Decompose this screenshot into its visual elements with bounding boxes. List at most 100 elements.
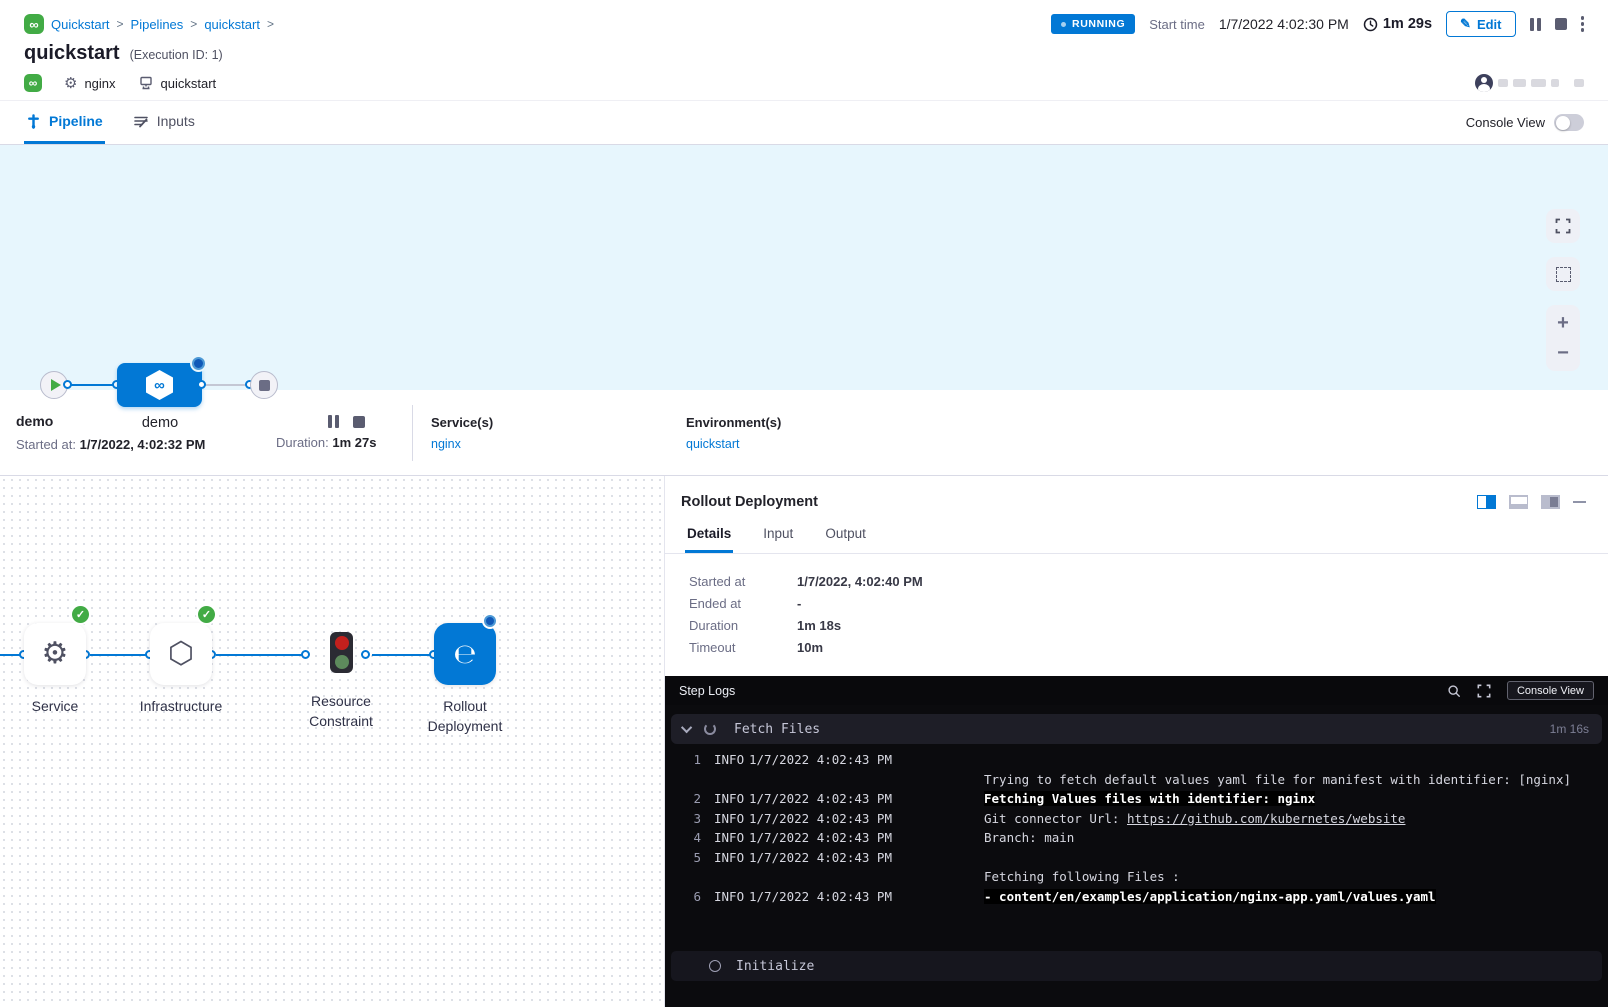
stage-summary-bar: demo Started at: 1/7/2022, 4:02:32 PM Du… xyxy=(0,390,1608,476)
breadcrumb-link-pipelines[interactable]: Pipelines xyxy=(131,17,184,32)
pipeline-icon xyxy=(26,114,41,129)
edge-demo-end xyxy=(202,384,250,386)
zoom-out-button[interactable]: − xyxy=(1557,343,1569,363)
log-lines[interactable]: 1INFO1/7/2022 4:02:43 PM Trying to fetch… xyxy=(665,747,1608,947)
start-time-label: Start time xyxy=(1149,17,1205,32)
environments-label: Environment(s) xyxy=(686,415,941,430)
select-region-button[interactable] xyxy=(1546,257,1580,291)
detail-value: 10m xyxy=(797,640,823,655)
pipeline-canvas[interactable]: ∞ demo + − xyxy=(0,145,1608,390)
running-spinner-icon xyxy=(484,615,496,627)
stage-label: demo xyxy=(110,415,210,431)
details-row: Duration 1m 18s xyxy=(689,618,1584,633)
stage-stop-button[interactable] xyxy=(353,415,365,428)
duration-value: 1m 27s xyxy=(332,435,376,450)
pencil-icon: ✎ xyxy=(1460,16,1471,32)
chevron-down-icon xyxy=(681,722,692,733)
running-spinner-icon xyxy=(192,357,205,370)
step-details-panel: Rollout Deployment Details Input Output … xyxy=(664,476,1608,1007)
harness-logo-icon: ∞ xyxy=(24,14,44,34)
fullscreen-button[interactable] xyxy=(1546,209,1580,243)
duration-label: Duration: xyxy=(276,435,332,450)
search-icon xyxy=(1447,684,1461,698)
layout-split-right-button[interactable] xyxy=(1477,495,1496,509)
view-tab-bar: Pipeline Inputs Console View xyxy=(0,100,1608,145)
redacted-text xyxy=(1574,79,1584,87)
zoom-controls: + − xyxy=(1546,305,1580,371)
tab-pipeline[interactable]: Pipeline xyxy=(24,101,105,144)
environment-tag[interactable]: quickstart xyxy=(138,75,217,91)
log-section-name: Fetch Files xyxy=(734,722,820,737)
cd-module-icon: ∞ xyxy=(24,74,42,92)
tab-input[interactable]: Input xyxy=(761,520,795,553)
layout-right-button[interactable] xyxy=(1541,495,1560,509)
zoom-in-button[interactable]: + xyxy=(1557,313,1569,333)
play-icon xyxy=(51,379,61,391)
redacted-text xyxy=(1513,79,1526,87)
abort-execution-button[interactable] xyxy=(1555,18,1567,30)
breadcrumb-link-pipeline[interactable]: quickstart xyxy=(204,17,260,32)
console-view-label: Console View xyxy=(1466,115,1545,130)
log-section-initialize[interactable]: Initialize xyxy=(671,951,1602,981)
detail-label: Timeout xyxy=(689,640,797,655)
top-bar: ∞ Quickstart > Pipelines > quickstart > … xyxy=(0,0,1608,38)
stage-node-demo[interactable]: ∞ xyxy=(117,363,202,407)
elapsed-duration: 1m 29s xyxy=(1363,16,1432,32)
step-node-service[interactable]: ⚙ xyxy=(24,623,86,685)
log-search-button[interactable] xyxy=(1447,684,1461,698)
log-section-fetch-files[interactable]: Fetch Files 1m 16s xyxy=(671,714,1602,744)
success-check-icon: ✓ xyxy=(198,606,215,623)
more-options-button[interactable] xyxy=(1581,16,1585,32)
panel-layout-controls xyxy=(1477,495,1586,509)
log-console-view-button[interactable]: Console View xyxy=(1507,681,1594,700)
step-node-rollout-deployment[interactable]: ℮ xyxy=(434,623,496,685)
details-row: Started at 1/7/2022, 4:02:40 PM xyxy=(689,574,1584,589)
edge-start-demo xyxy=(68,384,118,386)
stage-pause-button[interactable] xyxy=(328,415,339,428)
environment-link[interactable]: quickstart xyxy=(686,437,941,451)
pipeline-end-node xyxy=(250,371,278,399)
log-line: 3INFO1/7/2022 4:02:43 PMGit connector Ur… xyxy=(665,809,1608,829)
console-view-toggle[interactable] xyxy=(1554,114,1584,131)
tab-inputs[interactable]: Inputs xyxy=(131,101,197,144)
breadcrumb-separator: > xyxy=(267,17,274,31)
port xyxy=(301,650,310,659)
traffic-light-green-icon xyxy=(335,655,349,669)
step-node-infrastructure[interactable]: ⬡ xyxy=(150,623,212,685)
detail-label: Ended at xyxy=(689,596,797,611)
step-logs-title: Step Logs xyxy=(679,684,735,698)
service-link[interactable]: nginx xyxy=(431,437,686,451)
log-expand-button[interactable] xyxy=(1477,684,1491,698)
graph-edge xyxy=(372,654,430,656)
detail-value: - xyxy=(797,596,801,611)
success-check-icon: ✓ xyxy=(72,606,89,623)
loading-spinner-icon xyxy=(704,723,716,735)
user-avatar xyxy=(1475,74,1493,92)
gear-icon: ⚙ xyxy=(42,639,69,669)
hexagon-icon: ⬡ xyxy=(168,639,194,669)
log-section-duration: 1m 16s xyxy=(1550,722,1589,736)
redacted-text xyxy=(1551,79,1559,87)
log-section-name: Initialize xyxy=(736,959,814,974)
service-tag[interactable]: ⚙ nginx xyxy=(64,76,116,91)
services-label: Service(s) xyxy=(431,415,686,430)
edit-button[interactable]: ✎ Edit xyxy=(1446,11,1515,37)
port xyxy=(361,650,370,659)
log-link[interactable]: https://github.com/kubernetes/website xyxy=(1127,811,1405,826)
execution-id: (Execution ID: 1) xyxy=(130,48,223,62)
minimize-panel-button[interactable] xyxy=(1573,501,1586,504)
port xyxy=(63,380,72,389)
tab-details[interactable]: Details xyxy=(685,520,733,553)
app-root: ∞ Quickstart > Pipelines > quickstart > … xyxy=(0,0,1608,1007)
step-label: Infrastructure xyxy=(121,696,241,716)
breadcrumb-link-account[interactable]: Quickstart xyxy=(51,17,110,32)
tab-output[interactable]: Output xyxy=(823,520,868,553)
execution-graph-canvas[interactable]: ⚙ ✓ ⬡ ✓ ℮ Service Infrastructure Resourc… xyxy=(0,476,664,1007)
layout-bottom-button[interactable] xyxy=(1509,495,1528,509)
status-dot-icon xyxy=(1061,22,1066,27)
detail-value: 1m 18s xyxy=(797,618,841,633)
pause-execution-button[interactable] xyxy=(1530,18,1541,31)
gear-icon: ⚙ xyxy=(64,76,77,91)
step-node-resource-constraint[interactable] xyxy=(330,632,353,673)
panel-tabs: Details Input Output xyxy=(665,520,1608,554)
